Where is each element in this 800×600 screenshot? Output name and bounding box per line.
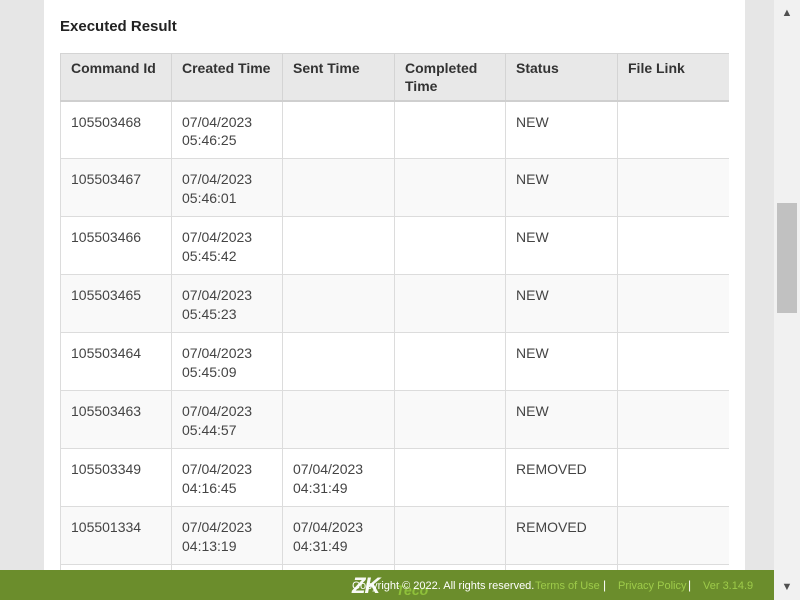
executed-result-panel: Executed Result Command Id Created Time … <box>44 0 745 570</box>
cell-created: 07/04/2023 04:16:45 <box>171 448 283 507</box>
col-header-created-time[interactable]: Created Time <box>171 53 283 102</box>
cell-command-id: 105501334 <box>60 506 172 565</box>
cell-created: 07/04/2023 05:46:25 <box>171 100 283 159</box>
privacy-policy-link[interactable]: Privacy Policy <box>618 580 686 592</box>
cell-created: 07/04/2023 04:13:19 <box>171 506 283 565</box>
cell-status: NEW <box>505 390 618 449</box>
cell-created: 07/04/2023 05:45:42 <box>171 216 283 275</box>
cell-completed <box>394 158 506 217</box>
cell-sent: 07/04/2023 04:31:49 <box>282 448 395 507</box>
cell-status: NEW <box>505 158 618 217</box>
cell-sent: 07/04/2023 04:31:49 <box>282 506 395 565</box>
scroll-up-arrow-icon[interactable]: ▲ <box>774 4 800 22</box>
terms-of-use-link[interactable]: Terms of Use <box>535 580 600 592</box>
cell-command-id: 105503468 <box>60 100 172 159</box>
copyright-text: Copyright © 2022. All rights reserved. <box>352 580 535 592</box>
cell-created: 07/04/2023 05:46:01 <box>171 158 283 217</box>
footer-separator: | <box>688 578 692 592</box>
cell-command-id: 105503465 <box>60 274 172 333</box>
cell-sent <box>282 100 395 159</box>
cell-sent <box>282 274 395 333</box>
cell-completed <box>394 274 506 333</box>
cell-file-link[interactable] <box>617 158 729 217</box>
table-row[interactable]: 105503465 07/04/2023 05:45:23 NEW <box>60 274 729 333</box>
results-table-wrapper: Command Id Created Time Sent Time Comple… <box>60 53 729 570</box>
cell-status: NEW <box>505 216 618 275</box>
col-header-completed-time[interactable]: Completed Time <box>394 53 506 102</box>
cell-status: NEW <box>505 274 618 333</box>
cell-file-link[interactable] <box>617 448 729 507</box>
table-row[interactable]: 105503468 07/04/2023 05:46:25 NEW <box>60 100 729 159</box>
cell-status: NEW <box>505 332 618 391</box>
cell-file-link[interactable] <box>617 506 729 565</box>
table-header-row: Command Id Created Time Sent Time Comple… <box>60 53 729 102</box>
cell-sent <box>282 390 395 449</box>
cell-status: REMOVED <box>505 448 618 507</box>
table-row[interactable]: 105503467 07/04/2023 05:46:01 NEW <box>60 158 729 217</box>
cell-status: REMOVED <box>505 506 618 565</box>
table-row[interactable]: 105503466 07/04/2023 05:45:42 NEW <box>60 216 729 275</box>
cell-command-id: 105503467 <box>60 158 172 217</box>
cell-completed <box>394 332 506 391</box>
cell-completed <box>394 100 506 159</box>
cell-completed <box>394 448 506 507</box>
table-row[interactable]: 105503463 07/04/2023 05:44:57 NEW <box>60 390 729 449</box>
scroll-down-arrow-icon[interactable]: ▼ <box>774 578 800 596</box>
cell-command-id: 105503463 <box>60 390 172 449</box>
table-row[interactable]: 105501334 07/04/2023 04:13:19 07/04/2023 0… <box>60 506 729 565</box>
results-table: Command Id Created Time Sent Time Comple… <box>60 53 729 570</box>
cell-command-id: 105503349 <box>60 448 172 507</box>
vertical-scrollbar[interactable]: ▲ ▼ <box>774 0 800 600</box>
col-header-status[interactable]: Status <box>505 53 618 102</box>
cell-command-id: 105503464 <box>60 332 172 391</box>
version-text: Ver 3.14.9 <box>703 580 754 592</box>
cell-completed <box>394 506 506 565</box>
cell-created: 07/04/2023 05:45:09 <box>171 332 283 391</box>
cell-completed <box>394 390 506 449</box>
cell-file-link[interactable] <box>617 332 729 391</box>
cell-file-link[interactable] <box>617 100 729 159</box>
cell-completed <box>394 216 506 275</box>
cell-sent <box>282 332 395 391</box>
cell-file-link[interactable] <box>617 274 729 333</box>
cell-sent <box>282 216 395 275</box>
cell-status: NEW <box>505 100 618 159</box>
scrollbar-thumb[interactable] <box>777 203 797 313</box>
table-row[interactable]: 105503349 07/04/2023 04:16:45 07/04/2023 0… <box>60 448 729 507</box>
col-header-file-link[interactable]: File Link <box>617 53 729 102</box>
table-row[interactable]: 105503464 07/04/2023 05:45:09 NEW <box>60 332 729 391</box>
section-title: Executed Result <box>60 18 177 35</box>
page-footer: ZK Teco Copyright © 2022. All rights res… <box>0 570 774 600</box>
col-header-sent-time[interactable]: Sent Time <box>282 53 395 102</box>
cell-created: 07/04/2023 05:44:57 <box>171 390 283 449</box>
cell-command-id: 105503466 <box>60 216 172 275</box>
footer-separator: | <box>603 578 607 592</box>
cell-created: 07/04/2023 05:45:23 <box>171 274 283 333</box>
cell-sent <box>282 158 395 217</box>
cell-file-link[interactable] <box>617 216 729 275</box>
col-header-command-id[interactable]: Command Id <box>60 53 172 102</box>
cell-file-link[interactable] <box>617 390 729 449</box>
